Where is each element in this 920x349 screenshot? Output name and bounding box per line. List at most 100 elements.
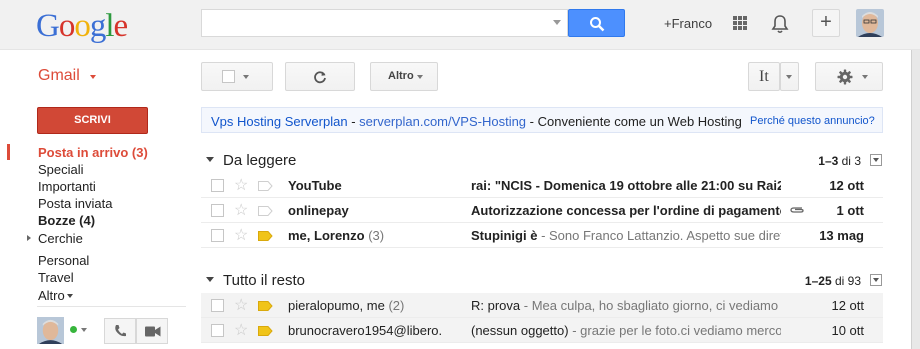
collapse-section-icon[interactable] <box>206 157 214 162</box>
important-marker-icon[interactable] <box>258 206 273 216</box>
chat-avatar[interactable] <box>37 317 64 344</box>
phone-call-button[interactable] <box>104 318 136 344</box>
select-all-checkbox[interactable] <box>222 70 235 83</box>
ad-text[interactable]: Vps Hosting Serverplan - serverplan.com/… <box>211 114 741 129</box>
sender-name: onlinepay <box>288 203 453 218</box>
collapse-section-icon[interactable] <box>206 277 214 282</box>
subject-line: (nessun oggetto) - grazie per le foto.ci… <box>471 323 781 338</box>
more-labels-chevron-icon[interactable] <box>67 294 73 298</box>
search-options-chevron-icon[interactable] <box>553 20 561 25</box>
star-icon[interactable]: ☆ <box>234 295 248 315</box>
input-tools-menu-button[interactable] <box>780 62 799 91</box>
ad-url[interactable]: serverplan.com/VPS-Hosting <box>359 114 526 129</box>
online-status-icon <box>70 326 77 333</box>
table-row[interactable]: ☆ YouTube rai: "NCIS - Domenica 19 ottobre… <box>201 173 883 198</box>
star-icon[interactable]: ☆ <box>234 200 248 220</box>
more-actions-label: Altro <box>388 70 414 82</box>
refresh-button[interactable] <box>285 62 355 91</box>
page-range: 1–25 <box>804 274 832 288</box>
status-chevron-down-icon[interactable] <box>81 328 87 332</box>
avatar-photo <box>37 317 64 344</box>
select-all-button[interactable] <box>201 62 273 91</box>
ad-title[interactable]: Vps Hosting Serverplan <box>211 114 348 129</box>
subject-line: Stupinigi è - Sono Franco Lattanzio. Asp… <box>471 228 781 243</box>
section-options-button[interactable] <box>870 274 882 286</box>
sidebar-item-drafts[interactable]: Bozze (4) <box>38 213 95 228</box>
table-row[interactable]: ☆ onlinepay Autorizzazione concessa per l'… <box>201 198 883 223</box>
ad-banner[interactable]: Vps Hosting Serverplan - serverplan.com/… <box>201 107 883 133</box>
logo-letter: o <box>74 8 90 44</box>
subject-line: Autorizzazione concessa per l'ordine di … <box>471 203 781 218</box>
search-input[interactable] <box>201 9 568 37</box>
row-checkbox[interactable] <box>211 229 224 242</box>
sidebar-item-personal[interactable]: Personal <box>38 253 89 268</box>
table-row[interactable]: ☆ brunocravero1954@libero. (nessun oggetto… <box>201 318 883 343</box>
apps-grid-icon[interactable] <box>733 16 747 30</box>
date-label: 12 ott <box>829 178 864 193</box>
chevron-down-icon <box>873 278 879 282</box>
logo-letter: o <box>58 8 75 44</box>
sidebar-item-starred[interactable]: Speciali <box>38 162 84 177</box>
gmail-switcher[interactable]: Gmail <box>38 67 80 85</box>
row-checkbox[interactable] <box>211 324 224 337</box>
sender-name: brunocravero1954@libero. <box>288 323 453 338</box>
sender-name: YouTube <box>288 178 453 193</box>
section-title[interactable]: Tutto il resto <box>223 272 305 289</box>
important-marker-icon[interactable] <box>258 231 273 241</box>
search-icon <box>590 17 605 32</box>
settings-button[interactable] <box>815 62 883 91</box>
page-of-label: di <box>838 154 855 168</box>
chevron-down-icon <box>862 75 868 79</box>
page-of-label: di <box>831 274 848 288</box>
star-icon[interactable]: ☆ <box>234 320 248 340</box>
gmail-chevron-down-icon[interactable] <box>90 75 96 79</box>
scrollbar[interactable] <box>911 50 920 349</box>
why-this-ad-link[interactable]: Perché questo annuncio? <box>750 115 875 127</box>
share-button[interactable]: + <box>812 9 840 37</box>
row-checkbox[interactable] <box>211 299 224 312</box>
important-marker-icon[interactable] <box>258 326 273 336</box>
row-checkbox[interactable] <box>211 179 224 192</box>
table-row[interactable]: ☆ me, Lorenzo (3) Stupinigi è - Sono Franc… <box>201 223 883 248</box>
section-header[interactable]: Tutto il resto 1–25 di 93 <box>201 269 883 291</box>
subject-text: R: prova <box>471 298 521 313</box>
date-label: 1 ott <box>836 203 864 218</box>
profile-name-link[interactable]: +Franco <box>664 16 712 31</box>
table-row[interactable]: ☆ pieralopumo, me (2) R: prova - Mea culpa… <box>201 293 883 318</box>
sidebar-item-sent[interactable]: Posta inviata <box>38 196 112 211</box>
star-icon[interactable]: ☆ <box>234 225 248 245</box>
sidebar-item-travel[interactable]: Travel <box>38 270 74 285</box>
important-marker-icon[interactable] <box>258 301 273 311</box>
important-marker-icon[interactable] <box>258 181 273 191</box>
sender-name: pieralopumo, me (2) <box>288 298 453 313</box>
sidebar-item-circles[interactable]: Cerchie <box>38 231 83 246</box>
bell-icon[interactable] <box>771 14 789 34</box>
sidebar-item-more[interactable]: Altro <box>38 288 65 303</box>
thread-count: (3) <box>364 228 385 243</box>
page-total: 93 <box>847 274 861 288</box>
logo-letter: e <box>113 8 129 44</box>
google-logo[interactable]: Google <box>36 8 129 45</box>
active-item-indicator <box>7 144 10 160</box>
star-icon[interactable]: ☆ <box>234 175 248 195</box>
refresh-icon <box>314 71 326 84</box>
video-call-button[interactable] <box>136 318 168 344</box>
chevron-down-icon <box>786 75 792 79</box>
section-options-button[interactable] <box>870 154 882 166</box>
compose-button[interactable]: SCRIVI <box>37 107 148 134</box>
row-checkbox[interactable] <box>211 204 224 217</box>
sidebar-item-important[interactable]: Importanti <box>38 179 96 194</box>
expand-circles-icon[interactable] <box>27 235 31 241</box>
avatar[interactable] <box>856 9 884 37</box>
section-title[interactable]: Da leggere <box>223 152 296 169</box>
sender-name: me, Lorenzo (3) <box>288 228 453 243</box>
sender-label: onlinepay <box>288 203 349 218</box>
search-button[interactable] <box>568 9 625 37</box>
sidebar-item-inbox[interactable]: Posta in arrivo (3) <box>38 145 148 160</box>
page-count: 1–25 di 93 <box>805 274 861 288</box>
gear-icon <box>837 69 853 85</box>
section-header[interactable]: Da leggere 1–3 di 3 <box>201 149 883 171</box>
date-label: 12 ott <box>831 298 864 313</box>
input-tools-button[interactable]: It <box>748 62 780 91</box>
more-actions-button[interactable]: Altro <box>370 62 438 91</box>
